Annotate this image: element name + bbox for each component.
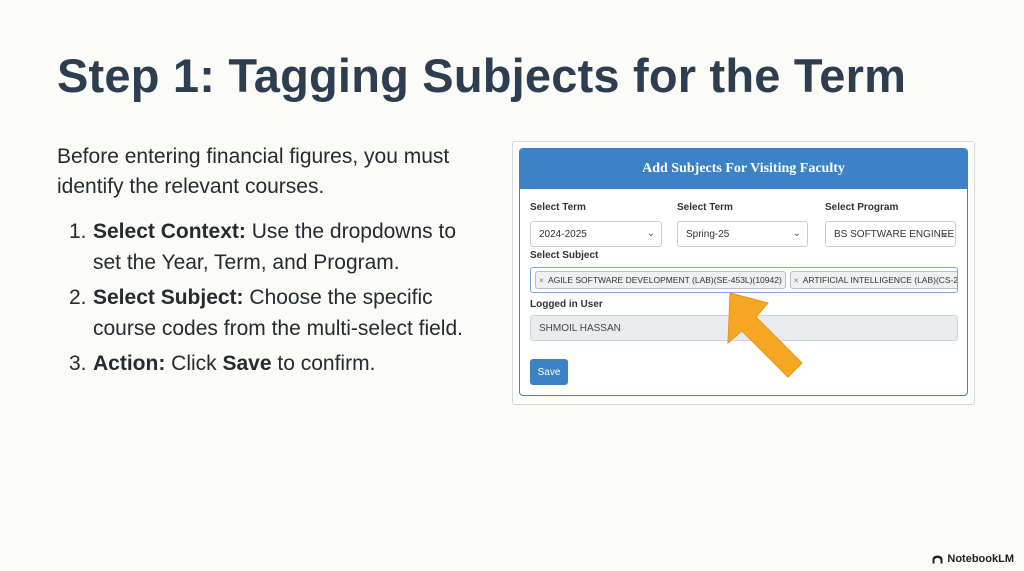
step-text: Click	[165, 352, 223, 375]
year-select-value: 2024-2025	[539, 228, 587, 240]
chevron-down-icon: ⌄	[940, 228, 949, 239]
steps-list: 1. Select Context: Use the dropdowns to …	[57, 216, 477, 379]
step-emphasis: Save	[222, 352, 272, 375]
subject-tag-label: AGILE SOFTWARE DEVELOPMENT (LAB)(SE-453L…	[547, 275, 782, 285]
subject-label: Select Subject	[530, 250, 599, 261]
save-button[interactable]: Save	[530, 359, 568, 385]
remove-tag-icon[interactable]: ×	[794, 275, 799, 285]
term-label: Select Term	[677, 202, 733, 213]
program-label: Select Program	[825, 202, 899, 213]
subject-tag-label: ARTIFICIAL INTELLIGENCE (LAB)(CS-235L)(8…	[802, 275, 958, 285]
step-heading: Select Context:	[93, 220, 246, 243]
program-select[interactable]: BS SOFTWARE ENGINEE ⌄	[825, 221, 956, 247]
step-item: 3. Action: Click Save to confirm.	[57, 348, 477, 379]
slide-title: Step 1: Tagging Subjects for the Term	[57, 49, 907, 102]
step-heading: Select Subject:	[93, 286, 244, 309]
chevron-down-icon: ⌄	[646, 228, 655, 239]
step-item: 2. Select Subject: Choose the specific c…	[57, 282, 477, 344]
pointer-arrow-icon	[727, 292, 803, 378]
step-number: 3.	[69, 352, 87, 375]
year-label: Select Term	[530, 202, 586, 213]
subject-tag[interactable]: × ARTIFICIAL INTELLIGENCE (LAB)(CS-235L)…	[789, 271, 958, 289]
year-select[interactable]: 2024-2025 ⌄	[530, 221, 662, 247]
step-text: to confirm.	[271, 352, 376, 375]
step-heading: Action:	[93, 352, 166, 375]
remove-tag-icon[interactable]: ×	[539, 275, 544, 285]
step-number: 2.	[69, 286, 87, 309]
brand-name: NotebookLM	[947, 553, 1014, 565]
term-select-value: Spring-25	[686, 228, 730, 240]
form-header: Add Subjects For Visiting Faculty	[520, 149, 967, 189]
brand-watermark: NotebookLM	[932, 553, 1014, 565]
step-number: 1.	[69, 220, 87, 243]
chevron-down-icon: ⌄	[792, 228, 801, 239]
program-select-value: BS SOFTWARE ENGINEE	[834, 228, 955, 240]
step-item: 1. Select Context: Use the dropdowns to …	[57, 216, 477, 278]
term-select[interactable]: Spring-25 ⌄	[677, 221, 808, 247]
notebooklm-logo-icon	[932, 555, 943, 563]
instructions: Before entering financial figures, you m…	[57, 142, 477, 383]
logged-user-label: Logged in User	[530, 299, 603, 310]
intro-text: Before entering financial figures, you m…	[57, 145, 450, 198]
logged-user-value: SHMOIL HASSAN	[539, 322, 621, 334]
